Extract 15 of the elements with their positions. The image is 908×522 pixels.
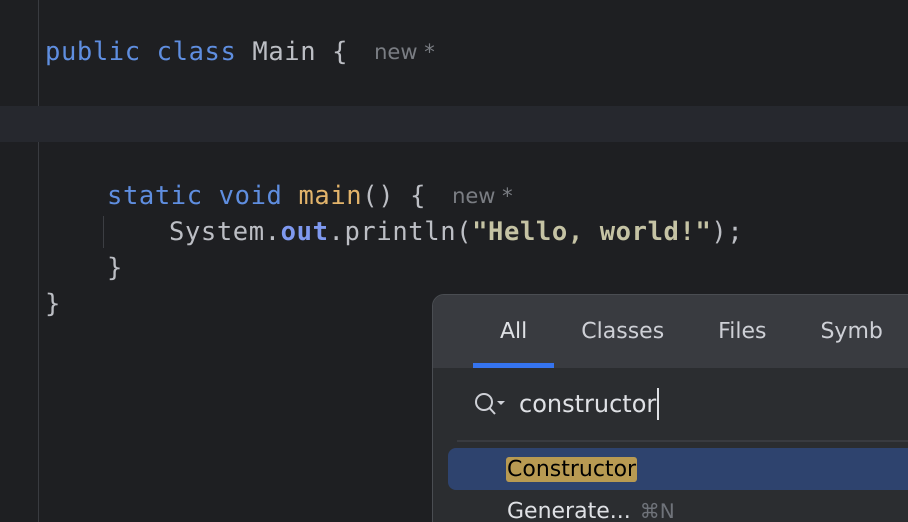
author-hint: new * [374,40,435,64]
search-field[interactable]: constructor [519,388,660,420]
tab[interactable]: Classes [554,295,692,368]
code-line: System.out.println("Hello, world!"); [169,217,744,247]
tab[interactable]: All [473,295,554,368]
result-item[interactable]: Generate... ⌘N [448,490,908,522]
search-icon[interactable] [473,391,507,417]
code-line: } [45,289,61,319]
tab[interactable]: Files [691,295,794,368]
result-item[interactable]: Constructor [448,448,908,490]
code-line: public class Main { [45,37,348,67]
author-hint: new * [452,184,513,208]
code-line: } [107,253,123,283]
code-line: static void main() { [107,181,426,211]
tab[interactable]: Symb [793,295,908,368]
